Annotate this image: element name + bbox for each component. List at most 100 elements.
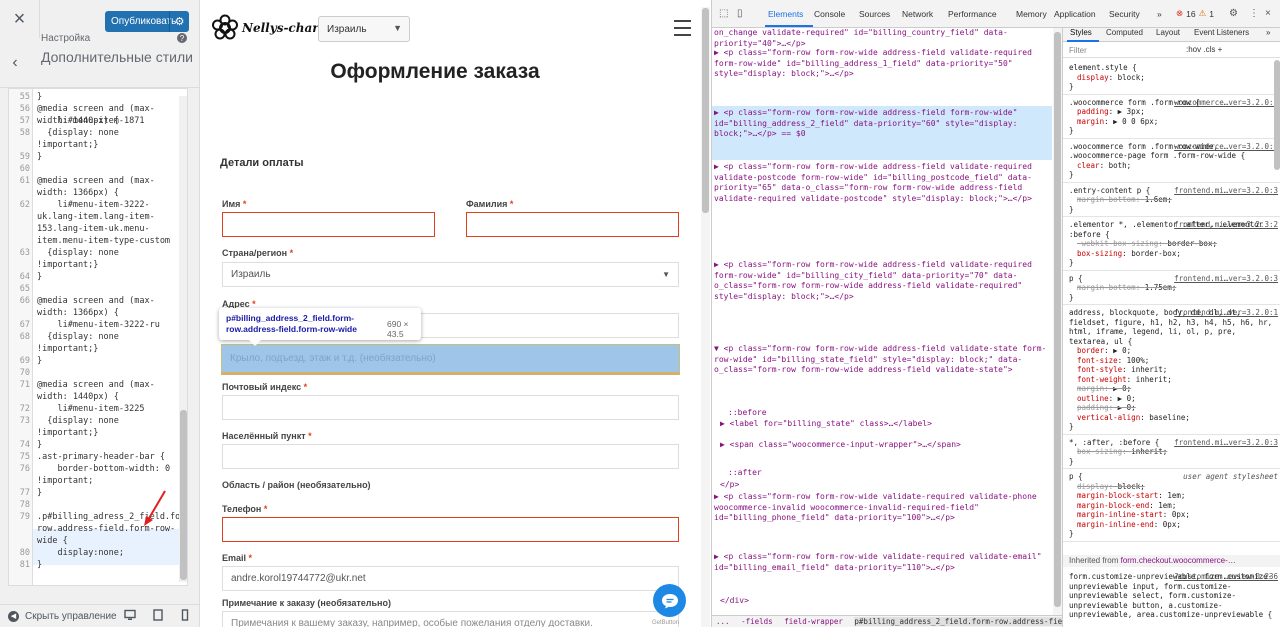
inspect-element-icon[interactable]: ⬚	[719, 8, 728, 19]
css-property-name[interactable]: -webkit-box-sizing	[1077, 239, 1158, 248]
css-property-value[interactable]: ▶ 0;	[1118, 403, 1136, 412]
css-property-value[interactable]: inherit;	[1131, 365, 1167, 374]
css-rule-selector[interactable]: p {	[1069, 472, 1274, 482]
tablet-preview-icon[interactable]	[152, 609, 164, 621]
css-property-name[interactable]: outline	[1077, 394, 1109, 403]
styles-filter-input[interactable]: Filter	[1069, 46, 1087, 55]
css-rule[interactable]: user agent stylesheet p {display: block; m…	[1063, 469, 1280, 542]
phone-input[interactable]	[222, 517, 679, 542]
css-property-name[interactable]: margin-inline-end	[1077, 520, 1154, 529]
css-property-value[interactable]: 0px;	[1163, 520, 1181, 529]
css-rule[interactable]: woocommerce…ver=3.2.0:1 .woocommerce form…	[1063, 95, 1280, 139]
tab-elements[interactable]: Elements	[768, 9, 803, 19]
css-property-name[interactable]: vertical-align	[1077, 413, 1140, 422]
css-rule[interactable]: frontend.mi…ver=3.2.0:1 address, blockquo…	[1063, 305, 1280, 435]
email-input[interactable]: andre.korol19744772@ukr.net	[222, 566, 679, 591]
css-property-value[interactable]: 1.75em;	[1145, 283, 1177, 292]
css-property-name[interactable]: display	[1077, 482, 1109, 491]
breadcrumb-item[interactable]: field-wrapper	[784, 617, 843, 626]
css-declaration[interactable]: box-sizing: border-box;	[1077, 249, 1181, 259]
kebab-menu-icon[interactable]: ⋮	[1249, 8, 1259, 19]
elements-dom-tree[interactable]: on_change validate-required" id="billing…	[712, 28, 1052, 615]
css-property-name[interactable]: box-sizing	[1077, 249, 1122, 258]
chat-widget-button[interactable]	[653, 584, 686, 617]
publish-button[interactable]: Опубликовать ⚙	[105, 11, 189, 32]
elements-scrollbar-thumb[interactable]	[1054, 32, 1061, 607]
tab-computed[interactable]: Computed	[1106, 28, 1143, 37]
css-property-value[interactable]: 1em;	[1167, 491, 1185, 500]
css-declaration[interactable]: box-sizing: inherit;	[1077, 447, 1167, 457]
css-declaration[interactable]: margin-bottom: 1.6em;	[1077, 195, 1172, 205]
preview-scrollbar-thumb[interactable]	[702, 8, 709, 213]
css-declaration[interactable]: margin-block-start: 1em;	[1077, 491, 1185, 501]
css-rule[interactable]: frontend.mi…ver=3.2.0:3 *, :after, :befor…	[1063, 435, 1280, 469]
css-rule[interactable]: frontend.mi…ver=3.2.0:3 .entry-content p …	[1063, 183, 1280, 217]
breadcrumb-item[interactable]: -fields	[741, 617, 773, 626]
css-rule-selector[interactable]: form.customize-unpreviewable, form.custo…	[1069, 572, 1274, 620]
css-property-name[interactable]: margin-bottom	[1077, 195, 1136, 204]
css-declaration[interactable]: border: ▶ 0;	[1077, 346, 1131, 356]
last-name-input[interactable]	[466, 212, 679, 237]
css-property-name[interactable]: margin-block-start	[1077, 491, 1158, 500]
css-property-name[interactable]: margin-bottom	[1077, 283, 1136, 292]
css-property-value[interactable]: 0px;	[1172, 510, 1190, 519]
error-warning-badge[interactable]: ⊗ 16 ⚠ 1	[1176, 8, 1214, 19]
more-tabs-chevron-icon[interactable]: »	[1157, 9, 1162, 19]
css-rule[interactable]: frontend.mi…ver=3.2.0:3 p {margin-bottom:…	[1063, 271, 1280, 305]
css-declaration[interactable]: margin-block-end: 1em;	[1077, 501, 1176, 511]
tab-event-listeners[interactable]: Event Listeners	[1194, 28, 1249, 37]
css-property-value[interactable]: ▶ 0;	[1113, 346, 1131, 355]
css-declaration[interactable]: outline: ▶ 0;	[1077, 394, 1136, 404]
css-property-value[interactable]: 100%;	[1127, 356, 1150, 365]
css-property-name[interactable]: margin	[1077, 384, 1104, 393]
css-rule-selector[interactable]: .elementor *, .elementor :after, .elemen…	[1069, 220, 1274, 239]
css-property-value[interactable]: both;	[1109, 161, 1132, 170]
postcode-input[interactable]	[222, 395, 679, 420]
css-declaration[interactable]: vertical-align: baseline;	[1077, 413, 1190, 423]
css-property-value[interactable]: baseline;	[1149, 413, 1190, 422]
tab-sources[interactable]: Sources	[859, 9, 890, 19]
order-notes-textarea[interactable]: Примечания к вашему заказу, например, ос…	[222, 611, 679, 627]
css-declaration[interactable]: clear: both;	[1077, 161, 1131, 171]
close-devtools-icon[interactable]: ×	[1265, 8, 1271, 19]
css-property-name[interactable]: margin	[1077, 117, 1104, 126]
css-property-value[interactable]: ▶ 0;	[1118, 394, 1136, 403]
css-declaration[interactable]: padding: ▶ 0;	[1077, 403, 1136, 413]
css-declaration[interactable]: margin: ▶ 0;	[1077, 384, 1131, 394]
css-property-value[interactable]: 1.6em;	[1145, 195, 1172, 204]
css-declaration[interactable]: margin-bottom: 1.75em;	[1077, 283, 1176, 293]
css-property-value[interactable]: block;	[1118, 482, 1145, 491]
css-property-name[interactable]: font-weight	[1077, 375, 1127, 384]
css-declaration[interactable]: margin-inline-end: 0px;	[1077, 520, 1181, 530]
back-button[interactable]: ‹	[0, 38, 30, 88]
css-property-name[interactable]: margin-block-end	[1077, 501, 1149, 510]
css-property-value[interactable]: inherit;	[1131, 447, 1167, 456]
inherited-selector[interactable]: form.checkout.woocommerce-…	[1121, 556, 1236, 565]
css-declaration[interactable]: -webkit-box-sizing: border-box;	[1077, 239, 1217, 249]
mobile-preview-icon[interactable]	[179, 609, 191, 621]
tab-layout[interactable]: Layout	[1156, 28, 1180, 37]
css-property-value[interactable]: border-box;	[1131, 249, 1181, 258]
css-property-name[interactable]: padding	[1077, 107, 1109, 116]
css-declaration[interactable]: margin: ▶ 0 0 6px;	[1077, 117, 1158, 127]
breadcrumb-item[interactable]: ...	[716, 617, 730, 626]
city-input[interactable]	[222, 444, 679, 469]
css-rule-selector[interactable]: .woocommerce form .form-row-wide, .wooco…	[1069, 142, 1274, 161]
language-country-select[interactable]: Израиль ▼	[318, 16, 410, 42]
css-rule-selector[interactable]: *, :after, :before {	[1069, 438, 1274, 448]
css-property-value[interactable]: border-box;	[1167, 239, 1217, 248]
css-rule[interactable]: frontend.mi…ver=3.2.3:2 .elementor *, .el…	[1063, 217, 1280, 271]
css-declaration[interactable]: display: block;	[1077, 73, 1145, 83]
css-rule-selector[interactable]: address, blockquote, body, dd, dl, dt, f…	[1069, 308, 1274, 346]
breadcrumb-item-active[interactable]: p#billing_address_2_field.form-row.addre…	[854, 617, 1062, 626]
tab-styles[interactable]: Styles	[1070, 28, 1092, 37]
css-property-value[interactable]: ▶ 0 0 6px;	[1113, 117, 1158, 126]
first-name-input[interactable]	[222, 212, 435, 237]
styles-scrollbar-thumb[interactable]	[1274, 60, 1280, 170]
desktop-preview-icon[interactable]	[124, 609, 136, 621]
css-rule-selector[interactable]: .woocommerce form .form-row {	[1069, 98, 1274, 108]
css-declaration[interactable]: display: block;	[1077, 482, 1145, 492]
css-declaration[interactable]: padding: ▶ 3px;	[1077, 107, 1145, 117]
css-property-name[interactable]: padding	[1077, 403, 1109, 412]
editor-scrollbar-thumb[interactable]	[180, 410, 187, 580]
